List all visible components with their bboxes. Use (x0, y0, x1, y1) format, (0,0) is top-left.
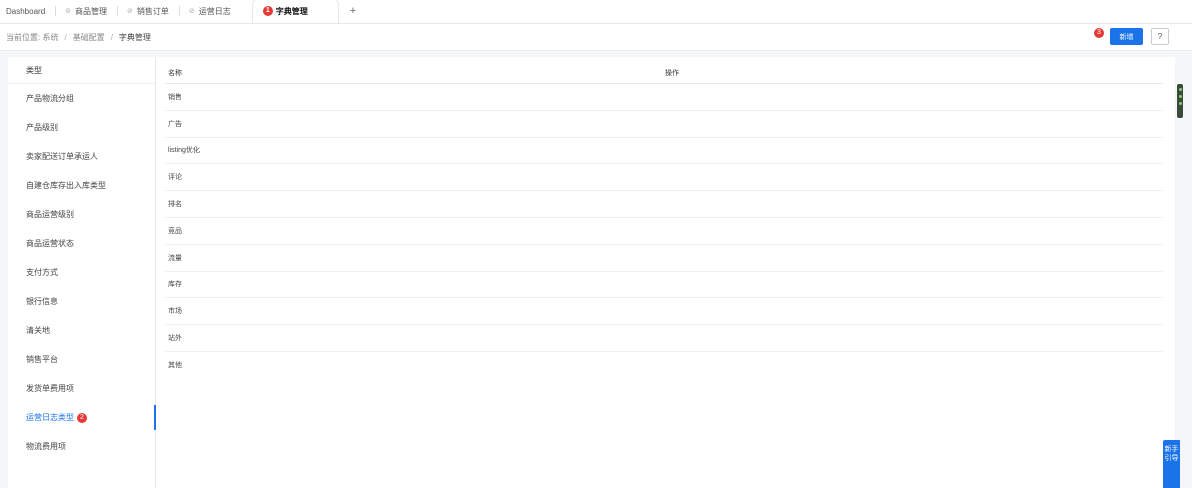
cell-name: 库存 (168, 281, 182, 289)
step-badge-1: 1 (262, 6, 273, 16)
tab-dictionary[interactable]: 1 字典管理 (252, 0, 338, 23)
type-sidebar: 类型 产品物流分组 产品级别 卖家配送订单承运人 自建仓库存出入库类型 商品运营… (8, 57, 156, 488)
sidebar-item[interactable]: 发货单费用项 (8, 374, 155, 403)
table-row[interactable]: 流量 (165, 245, 1163, 272)
tab-label: 商品管理 (75, 6, 108, 16)
sidebar-item-label: 物流费用项 (26, 442, 66, 451)
new-button[interactable]: 新增 (1110, 28, 1143, 45)
sidebar-item[interactable]: 产品级别 (8, 113, 155, 142)
tab-dashboard[interactable]: Dashboard (0, 0, 55, 23)
tab-bar: Dashboard ⊘ 商品管理 ⊘ 销售订单 ⊘ 运营日志 1 字典管理 + (0, 0, 1192, 24)
sidebar-item-label: 产品物流分组 (26, 94, 74, 103)
tab-label: 销售订单 (136, 6, 169, 16)
breadcrumb-separator: / (64, 32, 67, 42)
sidebar-item-label: 支付方式 (26, 268, 58, 277)
sidebar-item[interactable]: 物流费用项 (8, 432, 155, 461)
help-button[interactable]: ? (1151, 28, 1169, 45)
breadcrumb-prefix: 当前位置: 系统 (6, 32, 59, 42)
pin-icon: ⊘ (188, 8, 195, 15)
cell-name: 评论 (168, 174, 182, 182)
main-panel: 类型 产品物流分组 产品级别 卖家配送订单承运人 自建仓库存出入库类型 商品运营… (8, 57, 1175, 488)
sidebar-item[interactable]: 商品运营级别 (8, 200, 155, 229)
sidebar-item-label: 产品级别 (26, 123, 58, 132)
pin-icon: ⊘ (127, 8, 133, 15)
table-row[interactable]: 广告 (165, 111, 1163, 138)
breadcrumb-separator: / (110, 32, 113, 42)
tab-label: 运营日志 (198, 6, 231, 16)
sidebar-item-label: 自建仓库存出入库类型 (26, 181, 106, 190)
table-row[interactable]: 其他 (165, 352, 1163, 379)
cell-name: 竞品 (168, 227, 182, 235)
cell-name: 其他 (168, 362, 182, 370)
tab-label: 字典管理 (275, 6, 308, 16)
sidebar-item-label: 清关地 (26, 326, 50, 335)
step-badge-2: 2 (77, 412, 87, 423)
table-header: 名称 操作 (165, 62, 1163, 84)
sidebar-item[interactable]: 银行信息 (8, 287, 155, 316)
breadcrumb-current: 字典管理 (118, 32, 151, 42)
tab-sales-orders[interactable]: ⊘ 销售订单 (117, 0, 179, 23)
column-header-action: 操作 (665, 69, 679, 77)
table-row[interactable]: 站外 (165, 325, 1163, 352)
table-row[interactable]: 市场 (165, 298, 1163, 326)
sidebar-item-label: 发货单费用项 (26, 384, 74, 393)
sidebar-item-label: 商品运营级别 (26, 210, 74, 219)
table-row[interactable]: 排名 (165, 191, 1163, 218)
table-row[interactable]: 销售 (165, 84, 1163, 111)
right-gutter (1175, 57, 1192, 488)
sidebar-item-label: 卖家配送订单承运人 (26, 152, 98, 161)
cell-name: 站外 (168, 335, 182, 343)
beginner-guide-button[interactable]: 新手引导 (1163, 440, 1180, 488)
sidebar-header: 类型 (8, 57, 155, 84)
drawer-handle-icon[interactable] (1177, 84, 1183, 118)
table-row[interactable]: 竞品 (165, 218, 1163, 245)
step-badge-3: 3 (1094, 28, 1104, 38)
breadcrumb-mid: 基础配置 (72, 32, 105, 42)
sidebar-item[interactable]: 支付方式 (8, 258, 155, 287)
sidebar-item-label: 销售平台 (26, 355, 58, 364)
cell-name: 销售 (168, 93, 182, 101)
cell-name: 广告 (168, 120, 182, 128)
add-tab-button[interactable]: + (338, 0, 368, 23)
sidebar-item[interactable]: 产品物流分组 (8, 84, 155, 113)
sidebar-item[interactable]: 销售平台 (8, 345, 155, 374)
cell-name: 流量 (168, 254, 182, 262)
cell-name: 市场 (168, 308, 182, 316)
table-row[interactable]: 评论 (165, 164, 1163, 192)
sidebar-item[interactable]: 清关地 (8, 316, 155, 345)
sidebar-item-label: 运营日志类型 (26, 413, 74, 422)
sidebar-item-label: 银行信息 (26, 297, 58, 306)
sidebar-item-label: 商品运营状态 (26, 239, 74, 248)
cell-name: 排名 (168, 201, 182, 209)
column-header-name: 名称 (168, 69, 182, 77)
sidebar-item[interactable]: 卖家配送订单承运人 (8, 142, 155, 171)
table-row[interactable]: listing优化 (165, 138, 1163, 165)
tab-label: Dashboard (6, 6, 46, 16)
sidebar-item[interactable]: 自建仓库存出入库类型 (8, 171, 155, 200)
tab-operation-log[interactable]: ⊘ 运营日志 (178, 0, 253, 23)
breadcrumb: 当前位置: 系统 / 基础配置 / 字典管理 (0, 24, 1192, 51)
dictionary-table: 名称 操作 销售 广告 listing优化 评论 排名 竞品 流量 库存 市场 … (165, 62, 1163, 379)
pin-icon: ⊘ (65, 8, 72, 15)
cell-name: listing优化 (168, 147, 200, 155)
sidebar-item-selected[interactable]: 运营日志类型 2 (8, 403, 156, 432)
tab-products[interactable]: ⊘ 商品管理 (55, 0, 117, 23)
table-row[interactable]: 库存 (165, 272, 1163, 299)
sidebar-item[interactable]: 商品运营状态 (8, 229, 155, 258)
